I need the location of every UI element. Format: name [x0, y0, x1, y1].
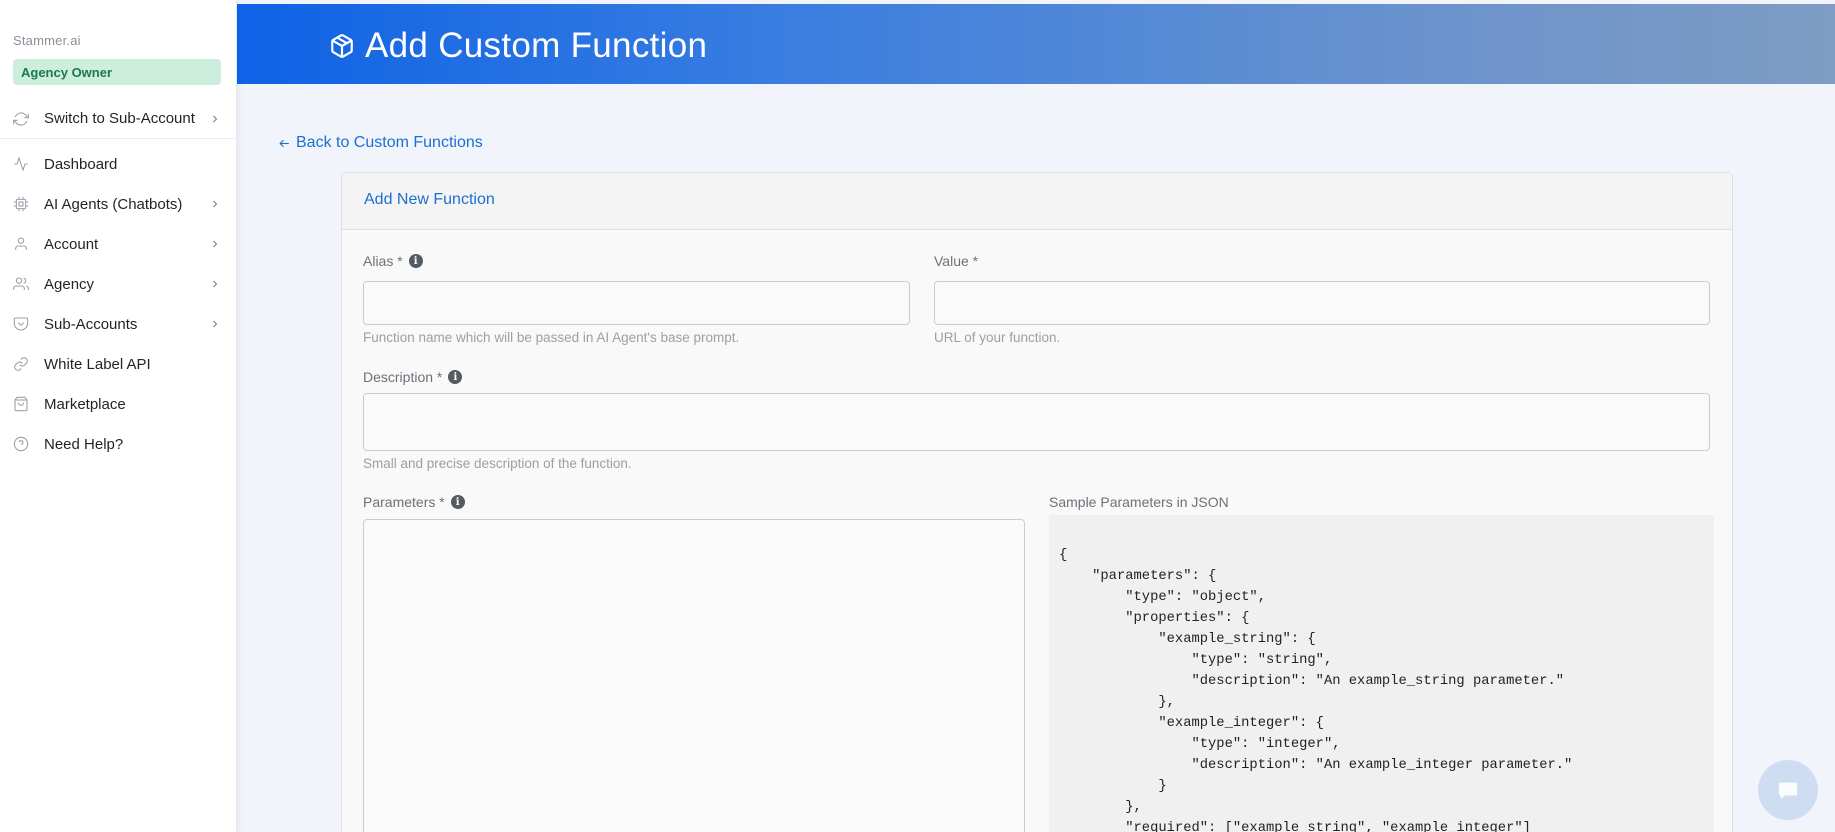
info-icon[interactable]: i [448, 370, 463, 384]
alias-help-text: Function name which will be passed in AI… [363, 330, 740, 345]
sidebar-item-label: Sub-Accounts [44, 315, 138, 333]
chevron-right-icon [209, 278, 221, 290]
brand-name: Stammer.ai [13, 33, 81, 48]
description-label-text: Description * [363, 369, 443, 385]
sidebar-item-white-label-api[interactable]: White Label API [0, 344, 237, 384]
chat-icon [1778, 782, 1798, 800]
role-badge: Agency Owner [13, 59, 221, 85]
sidebar-item-label: Account [44, 235, 99, 253]
sample-parameters-label: Sample Parameters in JSON [1049, 494, 1229, 510]
info-icon[interactable]: i [408, 254, 423, 268]
alias-label: Alias * i [363, 253, 423, 269]
sidebar-item-switch-sub-account[interactable]: Switch to Sub-Account [0, 99, 237, 139]
alias-input[interactable] [363, 281, 910, 325]
chevron-right-icon [209, 198, 221, 210]
sidebar-item-marketplace[interactable]: Marketplace [0, 384, 237, 424]
chevron-right-icon [209, 238, 221, 250]
sidebar-item-ai-agents[interactable]: AI Agents (Chatbots) [0, 184, 237, 224]
description-textarea[interactable] [363, 393, 1710, 451]
sidebar-item-label: Dashboard [44, 155, 118, 173]
chevron-right-icon [209, 113, 221, 125]
sidebar: Stammer.ai Agency Owner Switch to Sub-Ac… [0, 0, 237, 832]
sidebar-item-account[interactable]: Account [0, 224, 237, 264]
page-title-wrap: Add Custom Function [329, 26, 707, 66]
page-title: Add Custom Function [365, 26, 708, 65]
back-link-label: Back to Custom Functions [296, 134, 483, 151]
card-header: Add New Function [342, 173, 1732, 230]
arrow-left-icon [279, 139, 289, 147]
value-help-text: URL of your function. [934, 330, 1061, 345]
help-circle-icon [12, 435, 30, 453]
sidebar-nav: Switch to Sub-Account Dashboard AI Agent… [0, 99, 237, 464]
sidebar-item-label: AI Agents (Chatbots) [44, 195, 183, 213]
sidebar-item-label: Marketplace [44, 395, 126, 413]
chat-widget-button[interactable] [1758, 760, 1818, 820]
sidebar-item-label: Agency [44, 275, 95, 293]
back-to-custom-functions-link[interactable]: Back to Custom Functions [278, 134, 483, 152]
sample-parameters-code: { "parameters": { "type": "object", "pro… [1059, 548, 1573, 832]
card-title: Add New Function [364, 191, 495, 208]
value-label-text: Value * [934, 253, 979, 269]
parameters-label-text: Parameters * [363, 494, 445, 510]
cpu-icon [12, 195, 30, 213]
value-input[interactable] [934, 281, 1710, 325]
info-icon[interactable]: i [450, 495, 465, 509]
package-icon [329, 33, 355, 59]
pocket-icon [12, 315, 30, 333]
page-header: Add Custom Function [237, 4, 1835, 84]
sidebar-item-label: White Label API [44, 355, 151, 373]
activity-icon [12, 155, 30, 173]
users-icon [12, 275, 30, 293]
value-label: Value * [934, 253, 978, 269]
sidebar-item-agency[interactable]: Agency [0, 264, 237, 304]
alias-label-text: Alias * [363, 253, 403, 269]
parameters-textarea[interactable] [363, 519, 1025, 832]
sidebar-item-sub-accounts[interactable]: Sub-Accounts [0, 304, 237, 344]
sidebar-item-label: Need Help? [44, 435, 124, 453]
sample-parameters-code-block: { "parameters": { "type": "object", "pro… [1049, 515, 1714, 832]
description-label: Description * i [363, 369, 463, 385]
sidebar-item-dashboard[interactable]: Dashboard [0, 144, 237, 184]
parameters-label: Parameters * i [363, 494, 465, 510]
add-function-card: Add New Function Alias * i Function name… [341, 172, 1733, 832]
sidebar-item-need-help[interactable]: Need Help? [0, 424, 237, 464]
user-icon [12, 235, 30, 253]
shopping-bag-icon [12, 395, 30, 413]
sample-parameters-label-text: Sample Parameters in JSON [1049, 494, 1229, 510]
refresh-icon [12, 110, 30, 128]
link-icon [12, 355, 30, 373]
sidebar-item-label: Switch to Sub-Account [44, 110, 195, 127]
description-help-text: Small and precise description of the fun… [363, 456, 632, 471]
chevron-right-icon [209, 318, 221, 330]
